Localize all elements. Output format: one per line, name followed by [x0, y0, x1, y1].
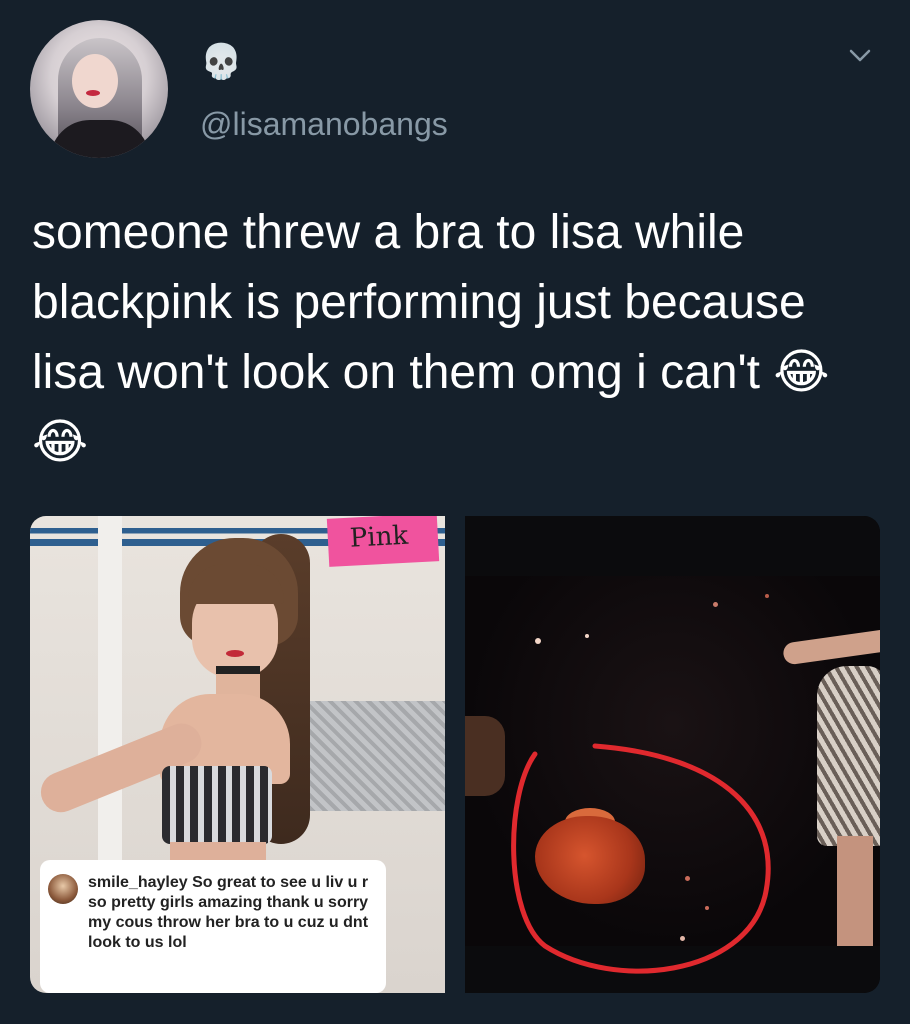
tweet-text: someone threw a bra to lisa while blackp… — [32, 206, 830, 469]
comment-screenshot: smile_hayley So great to see u liv u r s… — [40, 860, 386, 993]
author-display-name[interactable]: 💀 — [200, 42, 242, 82]
pink-sign-text: Pink — [349, 520, 409, 554]
author-avatar[interactable] — [30, 20, 168, 158]
tweet: 💀 @lisamanobangs someone threw a bra to … — [0, 0, 910, 1024]
author-handle[interactable]: @lisamanobangs — [200, 104, 448, 144]
highlight-circle — [511, 743, 771, 974]
tweet-media[interactable]: Pink smile_hayley So great to see u liv … — [30, 516, 880, 993]
media-photo-left[interactable]: Pink smile_hayley So great to see u liv … — [30, 516, 445, 993]
comment-text: smile_hayley So great to see u liv u r s… — [88, 873, 374, 953]
media-photo-right[interactable] — [465, 516, 880, 993]
pink-sign: Pink — [326, 516, 440, 567]
commenter-avatar — [48, 874, 78, 904]
chevron-down-icon[interactable] — [848, 44, 872, 68]
comment-username: smile_hayley — [88, 874, 188, 891]
